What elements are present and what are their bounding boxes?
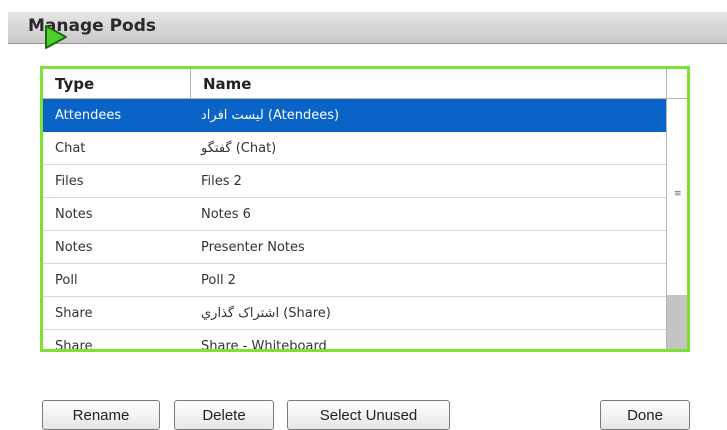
dialog-title-bar[interactable]: Manage Pods (8, 12, 727, 44)
cell-name: Files 2 (201, 174, 242, 189)
cell-name: Poll 2 (201, 273, 236, 288)
table-row[interactable]: Notes Presenter Notes (43, 231, 666, 264)
table-body: Attendees لیست افراد (Atendees) Chat گفت… (43, 99, 666, 352)
table-row[interactable]: Poll Poll 2 (43, 264, 666, 297)
cell-name: اشتراک گذاري (Share) (201, 306, 331, 321)
column-header-type[interactable]: Type (55, 69, 94, 98)
cell-type: Files (55, 174, 84, 189)
table-row[interactable]: Attendees لیست افراد (Atendees) (43, 99, 666, 132)
table-header: Type Name (43, 69, 666, 99)
cell-type: Poll (55, 273, 78, 288)
cell-type: Share (55, 339, 93, 352)
table-row[interactable]: Notes Notes 6 (43, 198, 666, 231)
cell-name: Presenter Notes (201, 240, 305, 255)
cell-type: Notes (55, 240, 93, 255)
table-row[interactable]: Share Share - Whiteboard (43, 330, 666, 352)
scrollbar-thumb[interactable] (667, 295, 687, 349)
scroll-grip-icon[interactable]: ≡ (674, 189, 682, 199)
column-divider[interactable] (190, 69, 191, 98)
cell-name: Notes 6 (201, 207, 251, 222)
cell-name: لیست افراد (Atendees) (201, 108, 340, 123)
table-row[interactable]: Files Files 2 (43, 165, 666, 198)
column-header-name[interactable]: Name (203, 69, 251, 98)
vertical-scrollbar[interactable]: ≡ (666, 99, 687, 349)
cell-type: Chat (55, 141, 86, 156)
cell-type: Notes (55, 207, 93, 222)
pods-table[interactable]: Type Name Attendees لیست افراد (Atendees… (40, 66, 690, 352)
mouse-pointer-icon (45, 25, 67, 49)
table-row[interactable]: Chat گفتگو (Chat) (43, 132, 666, 165)
table-row[interactable]: Share اشتراک گذاري (Share) (43, 297, 666, 330)
cell-name: گفتگو (Chat) (201, 141, 277, 156)
scrollbar-header-corner (666, 69, 687, 99)
cell-name: Share - Whiteboard (201, 339, 327, 352)
cell-type: Share (55, 306, 93, 321)
cell-type: Attendees (55, 108, 122, 123)
